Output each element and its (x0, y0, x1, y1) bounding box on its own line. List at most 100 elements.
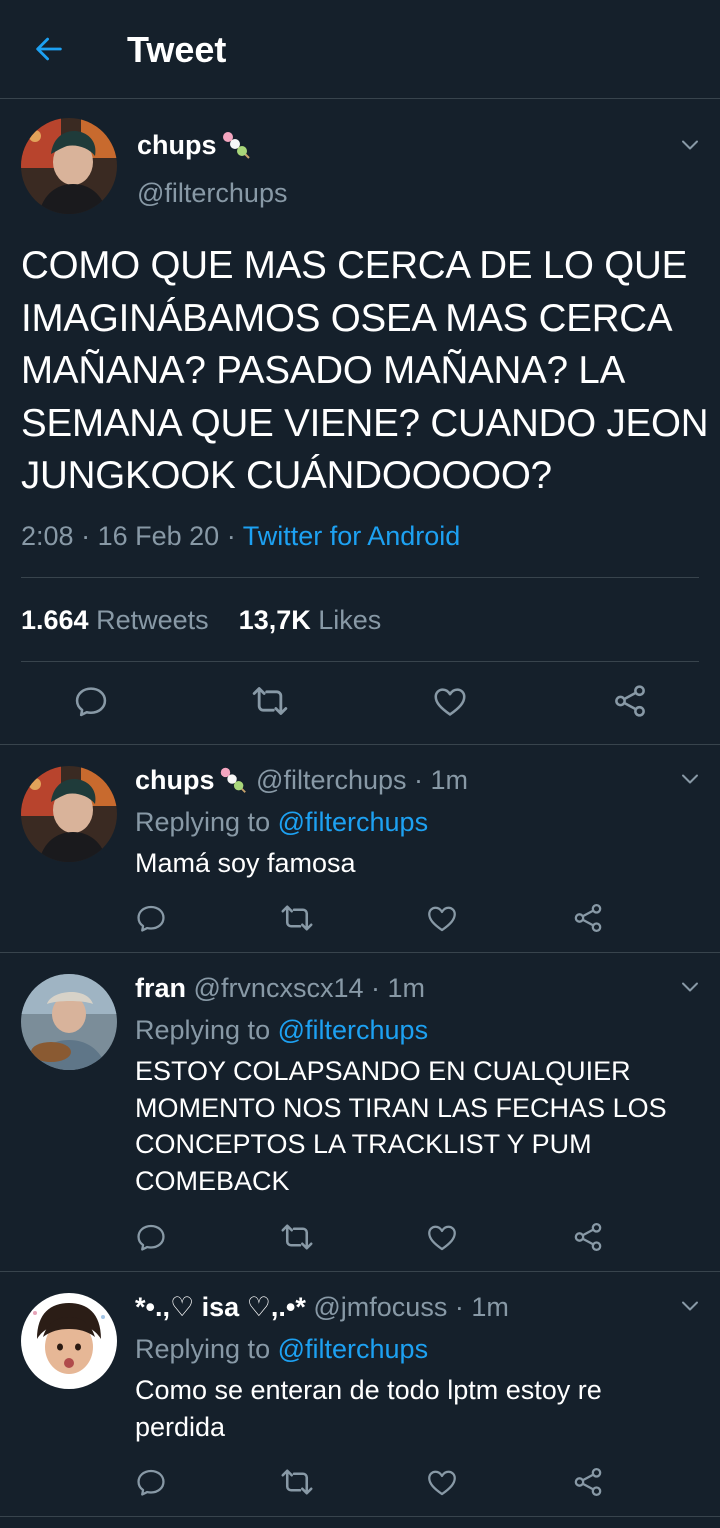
tweet-text: COMO QUE MAS CERCA DE LO QUE IMAGINÁBAMO… (21, 244, 709, 497)
retweet-icon (279, 900, 315, 936)
retweet-icon (250, 681, 290, 721)
reply-icon (134, 1465, 168, 1499)
avatar[interactable] (21, 118, 117, 214)
meta-separator: · (454, 1292, 464, 1322)
tweet-meta: 2:08 · 16 Feb 20 · Twitter for Android (21, 518, 460, 554)
reply-button[interactable] (131, 1462, 171, 1502)
meta-separator: · (226, 521, 236, 551)
retweet-button[interactable] (277, 1217, 317, 1257)
reply-author-name[interactable]: fran (135, 970, 186, 1006)
reply-author-name[interactable]: *•.,♡ isa ♡,.•* (135, 1289, 306, 1325)
reply-header: *•.,♡ isa ♡,.•* @jmfocuss · 1m (135, 1289, 509, 1325)
chevron-down-icon (678, 767, 702, 791)
replying-to-prefix: Replying to (135, 807, 271, 837)
replying-to: Replying to @filterchups (135, 1331, 428, 1367)
reply-age: 1m (471, 1292, 509, 1322)
reply-icon (72, 682, 110, 720)
reply-text: ESTOY COLAPSANDO EN CUALQUIER MOMENTO NO… (135, 1056, 667, 1196)
author-handle[interactable]: @filterchups (137, 176, 287, 210)
top-app-bar: Tweet (0, 0, 720, 99)
reply-age: 1m (387, 973, 426, 1003)
heart-icon (425, 1220, 459, 1254)
replying-to-link[interactable]: @filterchups (278, 807, 428, 837)
reply-header: fran @frvncxscx14 · 1m (135, 970, 425, 1006)
replying-to-prefix: Replying to (135, 1334, 271, 1364)
likes-label: Likes (318, 605, 382, 635)
divider (0, 1516, 720, 1517)
divider (0, 1271, 720, 1272)
share-icon (611, 682, 649, 720)
reply-author-handle[interactable]: @jmfocuss (313, 1289, 447, 1325)
page-title: Tweet (127, 29, 227, 70)
reply-button[interactable] (70, 680, 112, 722)
arrow-left-icon (32, 32, 66, 71)
avatar[interactable] (21, 974, 117, 1070)
tweet-date: 16 Feb 20 (97, 521, 220, 551)
share-button[interactable] (568, 898, 608, 938)
back-button[interactable] (30, 32, 68, 70)
divider (0, 744, 720, 745)
reply-options-button[interactable] (675, 764, 705, 794)
tweet-stats: 1.664 Retweets 13,7K Likes (21, 602, 381, 638)
retweets-stat[interactable]: 1.664 Retweets (21, 605, 209, 635)
reply-text: Como se enteran de todo lptm estoy re pe… (135, 1375, 602, 1442)
replying-to-link[interactable]: @filterchups (278, 1334, 428, 1364)
meta-separator: · (371, 973, 380, 1003)
reply-options-button[interactable] (675, 1291, 705, 1321)
retweet-icon (279, 1219, 315, 1255)
like-button[interactable] (422, 1217, 462, 1257)
share-button[interactable] (609, 680, 651, 722)
likes-stat[interactable]: 13,7K Likes (239, 605, 382, 635)
replying-to: Replying to @filterchups (135, 1012, 428, 1048)
reply-icon (134, 1220, 168, 1254)
like-button[interactable] (422, 1462, 462, 1502)
avatar[interactable] (21, 766, 117, 862)
reply-header: chups @filterchups · 1m (135, 762, 468, 798)
divider (21, 661, 699, 662)
meta-separator: · (414, 765, 424, 795)
tweet-source-link[interactable]: Twitter for Android (243, 521, 461, 551)
chevron-down-icon (678, 975, 702, 999)
retweet-icon (279, 1464, 315, 1500)
retweets-count: 1.664 (21, 605, 89, 635)
heart-icon (425, 1465, 459, 1499)
author-name-text: chups (137, 130, 217, 160)
heart-icon (431, 682, 469, 720)
like-button[interactable] (429, 680, 471, 722)
like-button[interactable] (422, 898, 462, 938)
replying-to-prefix: Replying to (135, 1015, 271, 1045)
dango-emoji-icon (219, 128, 253, 162)
retweet-button[interactable] (249, 680, 291, 722)
meta-separator: · (81, 521, 91, 551)
share-icon (571, 901, 605, 935)
reply-text: Mamá soy famosa (135, 848, 356, 878)
reply-button[interactable] (131, 1217, 171, 1257)
share-icon (571, 1220, 605, 1254)
likes-count: 13,7K (238, 605, 311, 635)
heart-icon (425, 901, 459, 935)
reply-author-handle[interactable]: @frvncxscx14 (194, 970, 364, 1006)
reply-button[interactable] (131, 898, 171, 938)
chevron-down-icon (678, 1294, 702, 1318)
reply-author-handle[interactable]: @filterchups (256, 762, 406, 798)
divider (0, 952, 720, 953)
retweet-button[interactable] (277, 898, 317, 938)
reply-author-name[interactable]: chups (135, 762, 215, 798)
divider (21, 577, 699, 578)
tweet-options-button[interactable] (675, 130, 705, 160)
reply-options-button[interactable] (675, 972, 705, 1002)
author-name[interactable]: chups (137, 128, 253, 162)
reply-age: 1m (430, 765, 469, 795)
share-icon (571, 1465, 605, 1499)
tweet-time: 2:08 (21, 521, 74, 551)
replying-to: Replying to @filterchups (135, 804, 428, 840)
chevron-down-icon (678, 133, 702, 157)
replying-to-link[interactable]: @filterchups (278, 1015, 428, 1045)
avatar[interactable] (21, 1293, 117, 1389)
retweets-label: Retweets (96, 605, 209, 635)
reply-icon (134, 901, 168, 935)
retweet-button[interactable] (277, 1462, 317, 1502)
dango-emoji-icon (217, 764, 249, 796)
share-button[interactable] (568, 1462, 608, 1502)
share-button[interactable] (568, 1217, 608, 1257)
